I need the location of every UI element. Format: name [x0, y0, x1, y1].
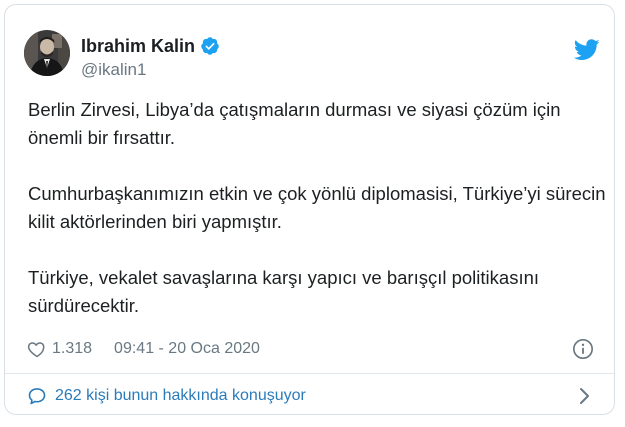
conversation-link[interactable]: 262 kişi bunun hakkında konuşuyor	[5, 374, 614, 416]
heart-icon[interactable]	[27, 339, 47, 359]
author-name[interactable]: Ibrahim Kalin	[81, 35, 195, 57]
tweet-paragraph: Türkiye, vekalet savaşlarına karşı yapıc…	[28, 267, 540, 316]
chevron-right-icon[interactable]	[578, 386, 592, 406]
tweet-paragraph: Cumhurbaşkanımızın etkin ve çok yönlü di…	[28, 183, 606, 232]
avatar-photo	[24, 30, 70, 76]
author-handle[interactable]: @ikalin1	[81, 60, 146, 80]
avatar[interactable]	[24, 30, 70, 76]
twitter-bird-icon[interactable]	[573, 39, 600, 61]
tweet-timestamp[interactable]: 09:41 - 20 Oca 2020	[114, 340, 260, 358]
speech-bubble-icon	[27, 386, 47, 406]
conversation-label[interactable]: 262 kişi bunun hakkında konuşuyor	[55, 386, 306, 406]
tweet-text: Berlin Zirvesi, Libya’da çatışmaların du…	[28, 96, 608, 320]
tweet-paragraph: Berlin Zirvesi, Libya’da çatışmaların du…	[28, 99, 561, 148]
author-name-row[interactable]: Ibrahim Kalin	[81, 35, 220, 57]
tweet-card: Ibrahim Kalin @ikalin1 Berlin Zirvesi, L…	[4, 4, 615, 415]
info-icon[interactable]	[572, 338, 594, 360]
tweet-meta: 1.318 09:41 - 20 Oca 2020	[27, 337, 260, 361]
verified-badge-icon	[200, 36, 220, 56]
like-count[interactable]: 1.318	[52, 340, 92, 358]
